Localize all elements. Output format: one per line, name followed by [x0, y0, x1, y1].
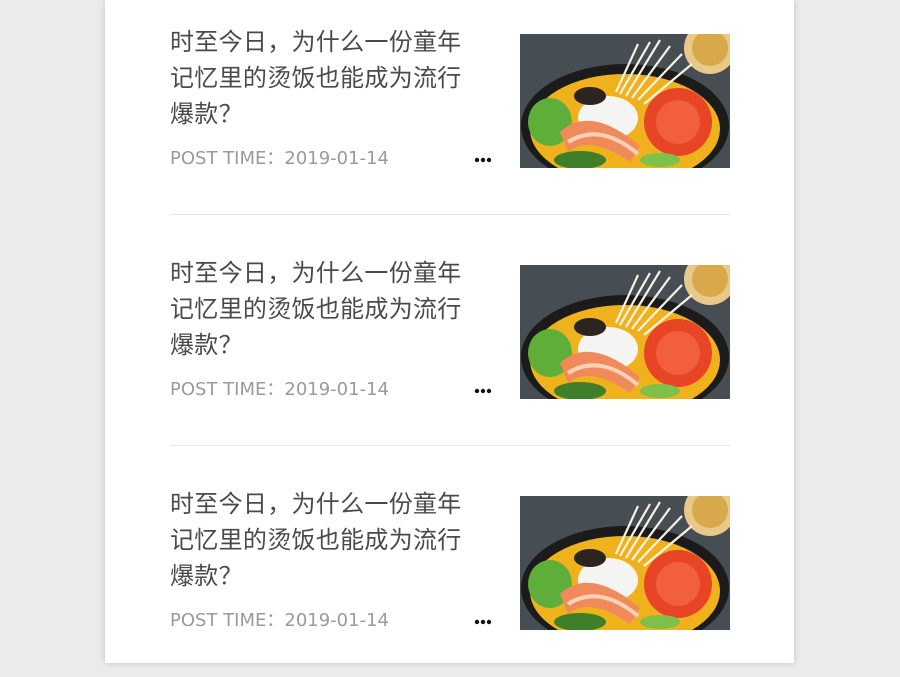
article-item[interactable]: 时至今日，为什么一份童年 记忆里的烫饭也能成为流行 爆款？ POST TIME：… — [170, 231, 730, 446]
article-item[interactable]: 时至今日，为什么一份童年 记忆里的烫饭也能成为流行 爆款？ POST TIME：… — [170, 0, 730, 215]
more-horizontal-icon[interactable] — [473, 612, 497, 630]
more-horizontal-icon[interactable] — [473, 150, 497, 168]
article-title[interactable]: 时至今日，为什么一份童年 记忆里的烫饭也能成为流行 爆款？ — [170, 24, 470, 132]
article-divider — [170, 445, 730, 446]
article-thumbnail-image[interactable] — [520, 265, 730, 399]
article-post-time: POST TIME：2019-01-14 — [170, 379, 389, 400]
article-thumbnail-image[interactable] — [520, 34, 730, 168]
article-thumbnail-image[interactable] — [520, 496, 730, 630]
article-post-time: POST TIME：2019-01-14 — [170, 148, 389, 169]
more-horizontal-icon[interactable] — [473, 381, 497, 399]
article-post-time: POST TIME：2019-01-14 — [170, 610, 389, 631]
article-title[interactable]: 时至今日，为什么一份童年 记忆里的烫饭也能成为流行 爆款？ — [170, 255, 470, 363]
article-list-page: 时至今日，为什么一份童年 记忆里的烫饭也能成为流行 爆款？ POST TIME：… — [105, 0, 794, 663]
article-item[interactable]: 时至今日，为什么一份童年 记忆里的烫饭也能成为流行 爆款？ POST TIME：… — [170, 462, 730, 677]
article-title[interactable]: 时至今日，为什么一份童年 记忆里的烫饭也能成为流行 爆款？ — [170, 486, 470, 594]
article-divider — [170, 214, 730, 215]
